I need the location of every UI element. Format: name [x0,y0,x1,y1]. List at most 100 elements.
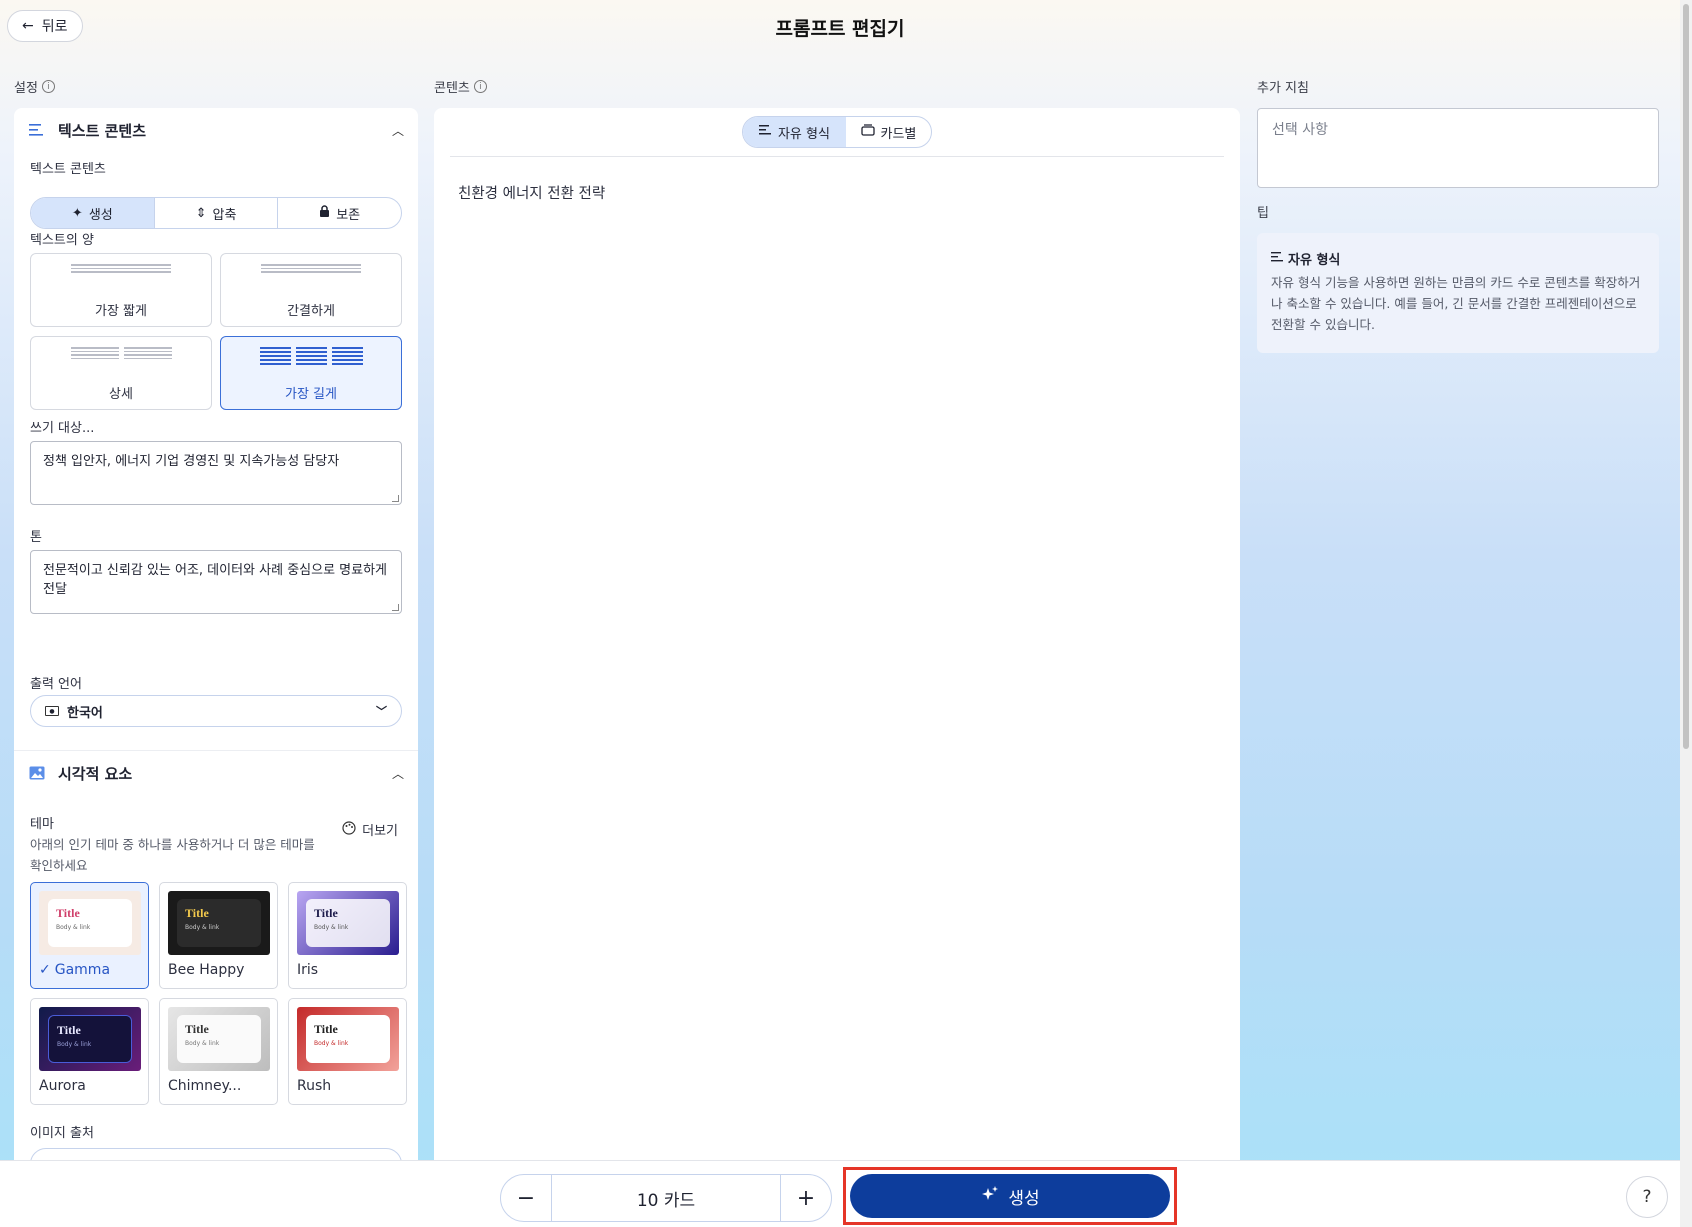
audience-value: 정책 입안자, 에너지 기업 경영진 및 지속가능성 담당자 [43,454,340,469]
amount-concise-label: 간결하게 [287,304,335,319]
settings-label: 설정 i [14,77,55,96]
theme-card-bee-happy[interactable]: Title Body & link Bee Happy [159,882,278,989]
theme-preview: Title Body & link [297,1007,399,1071]
info-icon[interactable]: i [41,80,55,93]
increment-button[interactable]: + [781,1175,831,1221]
mode-preserve-button[interactable]: 보존 [278,198,401,228]
scrollbar-thumb[interactable] [1683,4,1689,749]
generate-button[interactable]: 생성 [850,1174,1170,1218]
tip-body: 자유 형식 기능을 사용하면 원하는 만큼의 카드 수로 콘텐츠를 확장하거나 … [1271,275,1641,332]
theme-preview-card: Title Body & link [306,899,390,947]
tip-title: 자유 형식 [1271,249,1645,268]
visual-elements-title: 시각적 요소 [58,764,133,783]
text-amount-label: 텍스트의 양 [30,233,94,248]
amount-shortest-label: 가장 짧게 [95,304,147,319]
concise-lines-icon [261,264,361,290]
theme-preview-body: Body & link [185,924,220,931]
card-mode-button[interactable]: 카드별 [846,117,931,147]
image-icon [28,764,46,782]
theme-name-text: Gamma [54,962,111,978]
decrement-button[interactable]: − [501,1175,551,1221]
info-icon[interactable]: i [473,80,487,93]
tip-card: 자유 형식 자유 형식 기능을 사용하면 원하는 만큼의 카드 수로 콘텐츠를 … [1257,233,1659,353]
top-bar: ← 뒤로 프롬프트 편집기 [0,0,1680,56]
content-label-text: 콘텐츠 [434,81,470,96]
theme-preview: Title Body & link [297,891,399,955]
theme-card-gamma[interactable]: Title Body & link ✓ Gamma [30,882,149,989]
theme-preview-card: Title Body & link [306,1015,390,1063]
amount-concise-card[interactable]: 간결하게 [220,253,402,327]
theme-card-aurora[interactable]: Title Body & link Aurora [30,998,149,1105]
audience-label: 쓰기 대상... [30,421,95,436]
text-content-title: 텍스트 콘텐츠 [58,121,147,140]
help-button[interactable]: ? [1626,1176,1668,1218]
theme-card-rush[interactable]: Title Body & link Rush [288,998,407,1105]
freeform-mode-button[interactable]: 자유 형식 [743,117,846,147]
chevron-up-icon[interactable]: ︿ [392,122,404,139]
resize-handle[interactable] [392,604,399,611]
amount-shortest-card[interactable]: 가장 짧게 [30,253,212,327]
theme-preview-title: Title [185,1022,209,1036]
output-language-value: 한국어 [67,705,103,721]
theme-card-iris[interactable]: Title Body & link Iris [288,882,407,989]
page-scrollbar[interactable] [1680,0,1692,1227]
theme-card-chimney[interactable]: Title Body & link Chimney... [159,998,278,1105]
text-mode-toggle: ✦ 생성 ⇕ 압축 보존 [30,197,402,229]
output-language-select[interactable]: ● 한국어 ﹀ [30,695,402,727]
content-mode-toggle: 자유 형식 카드별 [742,116,932,148]
chevron-up-icon[interactable]: ︿ [392,765,404,782]
theme-name: Rush [297,1078,332,1094]
more-themes-link[interactable]: 더보기 [342,820,398,839]
more-themes-label: 더보기 [362,824,398,839]
mode-preserve-label: 보존 [336,207,361,223]
visual-elements-header[interactable]: 시각적 요소 ︿ [14,751,418,795]
image-source-select[interactable] [30,1148,402,1160]
text-align-icon [758,124,772,140]
extra-instructions-input[interactable]: 선택 사항 [1257,108,1659,188]
amount-detailed-label: 상세 [109,387,133,402]
chevron-down-icon: ﹀ [376,705,387,718]
amount-detailed-card[interactable]: 상세 [30,336,212,410]
mode-condense-label: 압축 [212,207,237,223]
theme-preview-body: Body & link [314,1040,349,1047]
tone-value: 전문적이고 신뢰감 있는 어조, 데이터와 사례 중심으로 명료하게 전달 [43,563,388,597]
content-divider [450,156,1224,157]
theme-name: Bee Happy [168,962,245,978]
card-count-value[interactable]: 10 카드 [551,1175,781,1221]
text-content-header[interactable]: 텍스트 콘텐츠 ︿ [14,108,418,152]
theme-preview: Title Body & link [39,891,141,955]
text-lines-icon [28,121,46,139]
theme-name: Iris [297,962,319,978]
extra-instructions-label: 추가 지침 [1257,81,1309,96]
audience-input[interactable]: 정책 입안자, 에너지 기업 경영진 및 지속가능성 담당자 [30,441,402,505]
palette-icon [342,820,356,839]
lock-icon [319,205,330,221]
theme-name: ✓ Gamma [39,962,110,978]
content-panel: 자유 형식 카드별 친환경 에너지 전환 전략 [434,108,1240,1160]
mode-condense-button[interactable]: ⇕ 압축 [155,198,279,228]
theme-preview-card: Title Body & link [177,1015,261,1063]
tone-input[interactable]: 전문적이고 신뢰감 있는 어조, 데이터와 사례 중심으로 명료하게 전달 [30,550,402,614]
theme-preview: Title Body & link [168,891,270,955]
mode-generate-button[interactable]: ✦ 생성 [31,198,155,228]
content-editor-text[interactable]: 친환경 에너지 전환 전략 [458,182,605,203]
tip-title-text: 자유 형식 [1288,253,1341,268]
content-label: 콘텐츠 i [434,77,487,96]
condense-icon: ⇕ [195,205,207,221]
theme-preview-title: Title [56,906,80,920]
language-flag-icon: ● [45,706,59,716]
resize-handle[interactable] [392,495,399,502]
amount-longest-label: 가장 길게 [285,387,337,402]
generate-highlight-box: 생성 [843,1167,1177,1225]
theme-preview-title: Title [314,1022,338,1036]
theme-name: Aurora [39,1078,86,1094]
amount-longest-card[interactable]: 가장 길게 [220,336,402,410]
cards-icon [860,124,875,140]
theme-label: 테마 [30,817,54,832]
theme-preview-title: Title [314,906,338,920]
theme-preview-body: Body & link [185,1040,220,1047]
theme-preview: Title Body & link [39,1007,141,1071]
theme-name: Chimney... [168,1078,242,1094]
settings-label-text: 설정 [14,81,38,96]
tip-label: 팁 [1257,206,1269,221]
